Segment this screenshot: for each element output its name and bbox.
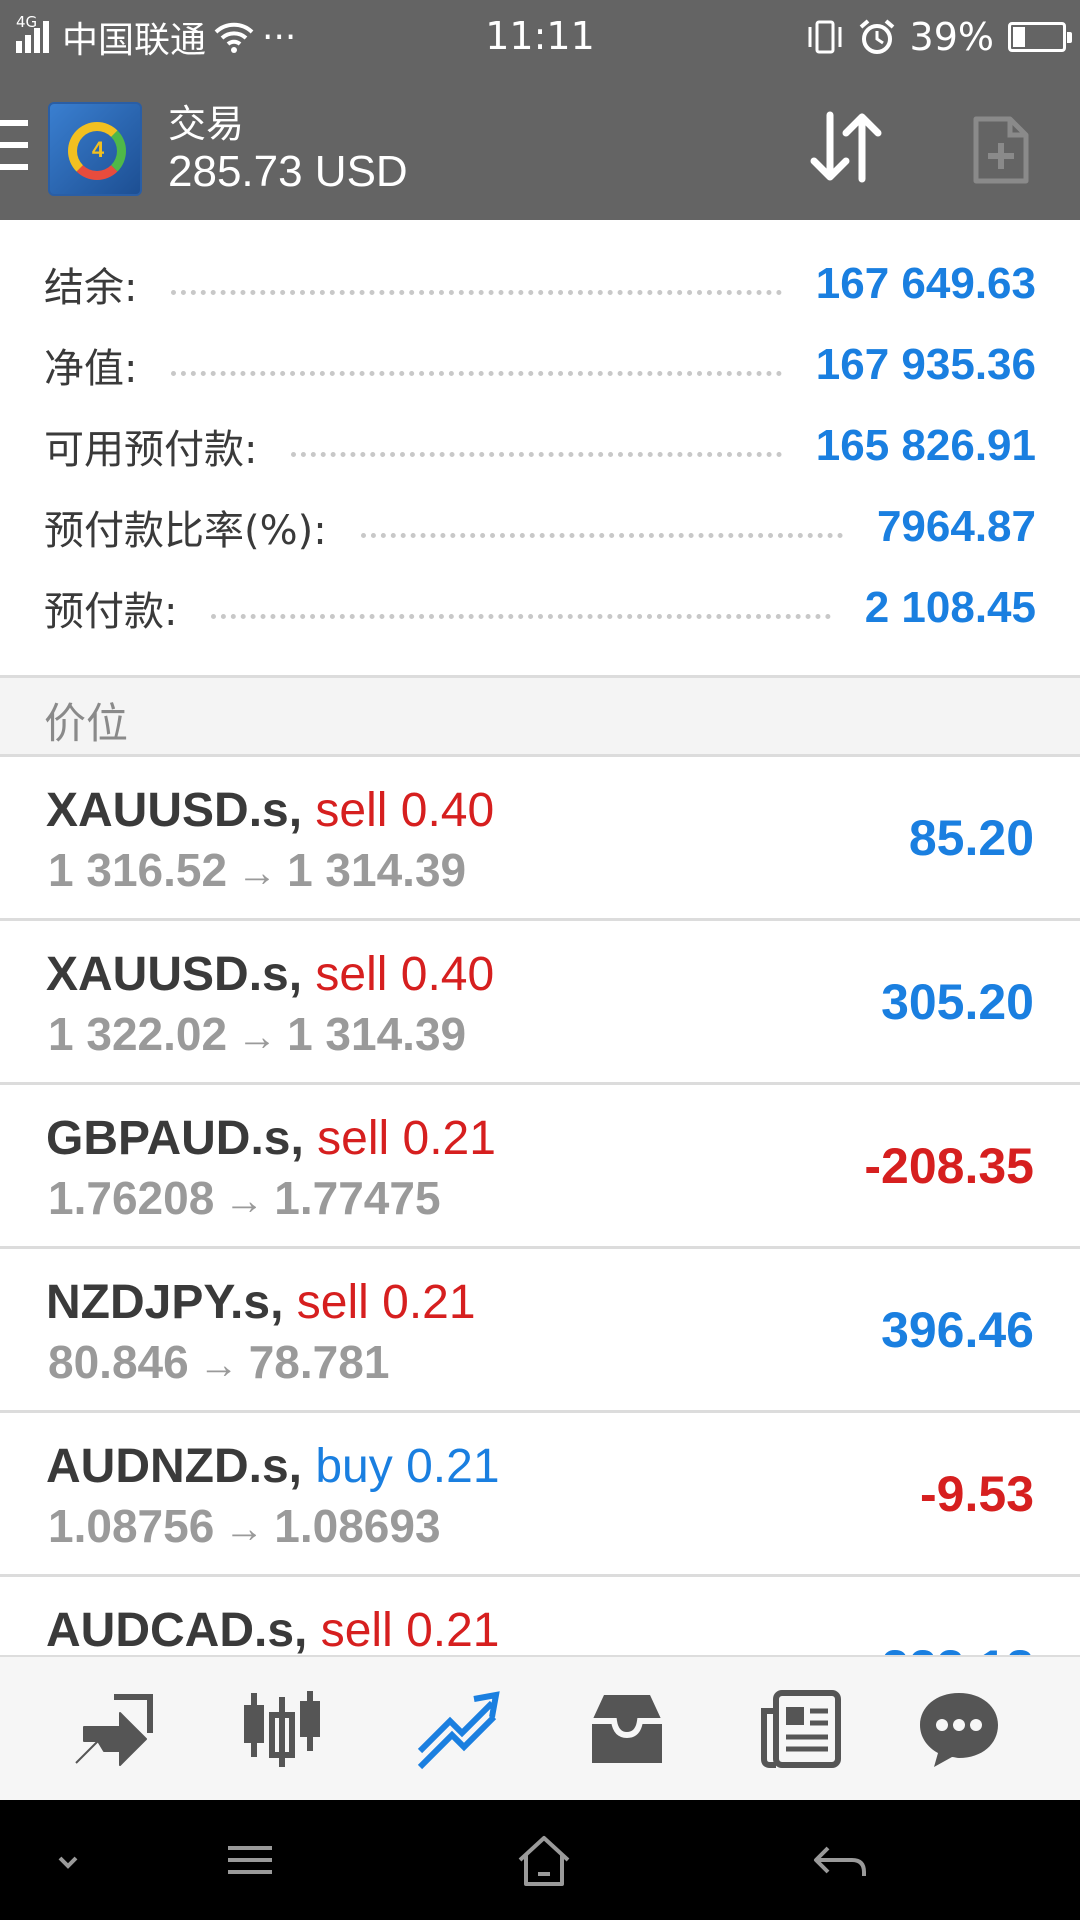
summary-row-margin: 预付款: 2 108.45	[44, 578, 1036, 638]
dot-leader	[171, 370, 782, 376]
news-icon[interactable]	[756, 1687, 846, 1771]
account-summary: 结余: 167 649.63 净值: 167 935.36 可用预付款: 165…	[0, 220, 1080, 675]
summary-value: 167 935.36	[815, 340, 1036, 389]
open-price: 1 316.52	[48, 844, 228, 896]
summary-row-free-margin: 可用预付款: 165 826.91	[44, 416, 1036, 476]
position-profit: 85.20	[908, 810, 1034, 866]
position-profit: -9.53	[920, 1466, 1034, 1522]
open-price: 1.08756	[48, 1500, 215, 1552]
chevron-down-icon[interactable]	[36, 1830, 100, 1890]
position-row[interactable]: AUDCAD.s, sell 0.21 223.18	[0, 1577, 1080, 1655]
price-arrow: →	[224, 1179, 265, 1223]
summary-label: 预付款:	[44, 589, 178, 635]
trade-icon[interactable]	[412, 1687, 502, 1771]
position-side: buy 0.21	[315, 1440, 500, 1493]
open-price: 80.846	[48, 1336, 189, 1388]
battery-percent: 39%	[909, 15, 994, 59]
section-title: 价位	[44, 699, 129, 748]
home-icon[interactable]	[512, 1830, 576, 1890]
sort-icon[interactable]	[808, 111, 884, 183]
status-right: 39%	[806, 14, 1072, 60]
position-profit: 396.46	[881, 1302, 1034, 1358]
current-price: 1 314.39	[287, 1008, 467, 1060]
position-side: sell 0.21	[296, 1276, 476, 1329]
account-balance: 285.73 USD	[168, 147, 408, 196]
open-price: 1 322.02	[48, 1008, 228, 1060]
alarm-icon	[859, 19, 894, 54]
position-row[interactable]: NZDJPY.s, sell 0.21 80.846 → 78.781 396.46	[0, 1249, 1080, 1413]
dot-leader	[211, 613, 831, 619]
summary-row-equity: 净值: 167 935.36	[44, 335, 1036, 395]
new-order-icon[interactable]	[972, 115, 1030, 185]
position-symbol: XAUUSD.s,	[46, 784, 303, 837]
system-nav-bar	[0, 1800, 1080, 1920]
dot-leader	[360, 532, 843, 538]
current-price: 78.781	[248, 1336, 390, 1388]
chat-icon[interactable]	[914, 1687, 1004, 1771]
position-symbol: AUDCAD.s,	[46, 1604, 308, 1655]
current-price: 1 314.39	[287, 844, 467, 896]
position-side: sell 0.21	[317, 1112, 496, 1165]
position-symbol: AUDNZD.s,	[46, 1440, 303, 1493]
open-price: 1.76208	[48, 1172, 215, 1224]
current-price: 1.08693	[274, 1500, 441, 1552]
menu-icon[interactable]	[0, 120, 28, 172]
position-symbol: GBPAUD.s,	[46, 1112, 304, 1165]
battery-icon	[1008, 22, 1072, 52]
position-side: sell 0.40	[315, 948, 495, 1001]
current-price: 1.77475	[274, 1172, 441, 1224]
position-row[interactable]: XAUUSD.s, sell 0.40 1 322.02 → 1 314.39 30…	[0, 921, 1080, 1085]
menu-icon[interactable]	[218, 1830, 282, 1890]
summary-value: 165 826.91	[815, 421, 1036, 470]
position-side: sell 0.21	[320, 1604, 500, 1655]
dot-leader	[291, 451, 782, 457]
position-side: sell 0.40	[315, 784, 495, 837]
chart-icon[interactable]	[236, 1687, 326, 1771]
position-row[interactable]: AUDNZD.s, buy 0.21 1.08756 → 1.08693 -9.53	[0, 1413, 1080, 1577]
page-title: 交易	[168, 104, 245, 146]
vibrate-icon	[808, 20, 842, 54]
position-row[interactable]: GBPAUD.s, sell 0.21 1.76208 → 1.77475 -208…	[0, 1085, 1080, 1249]
position-profit: -208.35	[864, 1138, 1034, 1194]
summary-value: 7964.87	[876, 502, 1036, 551]
price-arrow: →	[224, 1507, 265, 1551]
price-arrow: →	[237, 1015, 278, 1059]
position-row[interactable]: XAUUSD.s, sell 0.40 1 316.52 → 1 314.39 85…	[0, 757, 1080, 921]
summary-value: 167 649.63	[815, 259, 1036, 308]
price-arrow: →	[237, 851, 278, 895]
dot-leader	[171, 289, 782, 295]
status-bar: 4G 中国联通 ··· 11:11 39%	[0, 0, 1080, 75]
positions-section-header: 价位	[0, 675, 1080, 757]
summary-row-balance: 结余: 167 649.63	[44, 254, 1036, 314]
summary-label: 结余:	[44, 265, 138, 311]
app-bar: 4 交易 285.73 USD	[0, 75, 1080, 220]
summary-label: 预付款比率(%):	[44, 508, 327, 554]
quotes-icon[interactable]	[68, 1687, 158, 1771]
price-arrow: →	[198, 1343, 239, 1387]
app-logo-icon[interactable]: 4	[48, 102, 142, 196]
back-icon[interactable]	[808, 1830, 872, 1890]
summary-row-margin-level: 预付款比率(%): 7964.87	[44, 497, 1036, 557]
bottom-nav	[0, 1655, 1080, 1800]
position-profit: 305.20	[881, 974, 1034, 1030]
summary-value: 2 108.45	[864, 583, 1036, 632]
positions-list[interactable]: XAUUSD.s, sell 0.40 1 316.52 → 1 314.39 85…	[0, 757, 1080, 1655]
history-icon[interactable]	[582, 1687, 672, 1771]
summary-label: 可用预付款:	[44, 427, 258, 473]
position-profit: 223.18	[881, 1639, 1034, 1655]
summary-label: 净值:	[44, 346, 138, 392]
position-symbol: NZDJPY.s,	[46, 1276, 284, 1329]
position-symbol: XAUUSD.s,	[46, 948, 303, 1001]
